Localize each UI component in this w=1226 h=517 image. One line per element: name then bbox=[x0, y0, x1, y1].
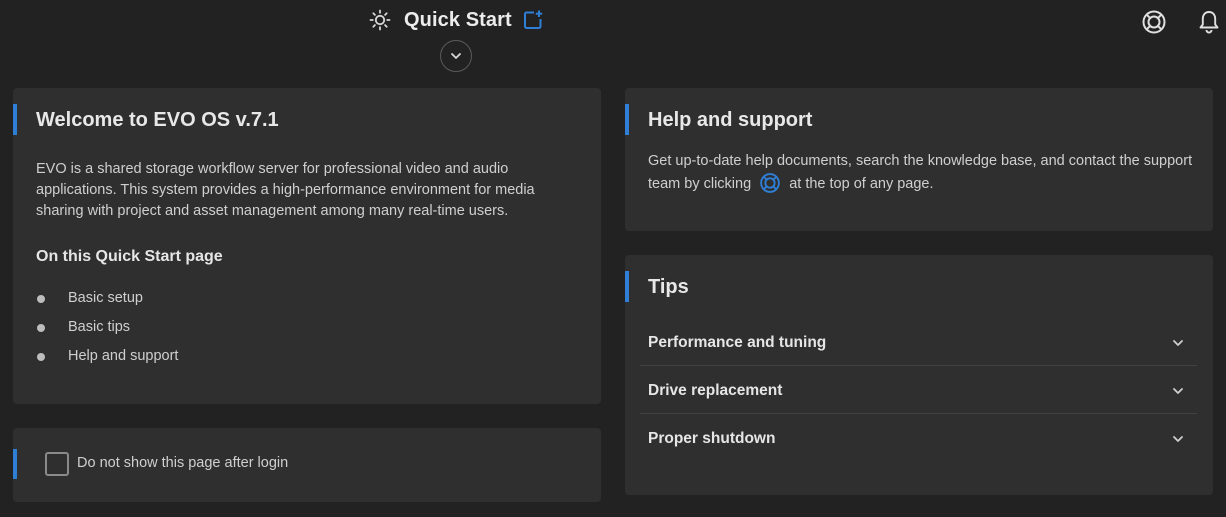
dont-show-panel: Do not show this page after login bbox=[13, 428, 601, 502]
list-item-label: Basic setup bbox=[68, 290, 143, 306]
welcome-panel: Welcome to EVO OS v.7.1 EVO is a shared … bbox=[13, 88, 601, 404]
collapse-header-button[interactable] bbox=[440, 40, 472, 72]
lifebuoy-icon[interactable] bbox=[1141, 9, 1167, 35]
help-support-text: Get up-to-date help documents, search th… bbox=[648, 151, 1196, 195]
chevron-down-icon bbox=[1173, 436, 1183, 442]
bullet bbox=[37, 353, 45, 361]
list-item: Basic tips bbox=[36, 317, 178, 346]
bullet bbox=[37, 295, 45, 303]
list-item-label: Help and support bbox=[68, 348, 179, 364]
lifebuoy-icon bbox=[759, 172, 781, 194]
top-bar: Quick Start bbox=[0, 0, 1226, 80]
welcome-description: EVO is a shared storage workflow server … bbox=[36, 161, 535, 219]
tip-label: Proper shutdown bbox=[648, 430, 776, 447]
tip-drive-replacement[interactable]: Drive replacement bbox=[640, 366, 1197, 414]
tip-label: Performance and tuning bbox=[648, 334, 827, 351]
tips-title: Tips bbox=[648, 276, 689, 298]
list-item: Basic setup bbox=[36, 288, 178, 317]
bell-icon[interactable] bbox=[1197, 9, 1221, 35]
title-group: Quick Start bbox=[368, 8, 544, 32]
panel-accent bbox=[13, 104, 17, 135]
help-text-after: at the top of any page. bbox=[785, 176, 934, 192]
page-title: Quick Start bbox=[404, 8, 512, 31]
tip-proper-shutdown[interactable]: Proper shutdown bbox=[640, 414, 1197, 462]
list-item: Help and support bbox=[36, 346, 178, 375]
tips-accordion: Performance and tuning Drive replacement… bbox=[640, 318, 1197, 462]
chevron-down-icon bbox=[1173, 388, 1183, 394]
welcome-title: Welcome to EVO OS v.7.1 bbox=[36, 109, 279, 131]
dont-show-checkbox[interactable] bbox=[45, 452, 69, 476]
help-support-panel: Help and support Get up-to-date help doc… bbox=[625, 88, 1213, 231]
quick-start-subtitle: On this Quick Start page bbox=[36, 248, 223, 265]
sun-icon bbox=[368, 8, 392, 32]
share-icon[interactable] bbox=[522, 9, 544, 31]
tips-panel: Tips Performance and tuning Drive replac… bbox=[625, 255, 1213, 495]
panel-accent bbox=[625, 104, 629, 135]
tip-label: Drive replacement bbox=[648, 382, 783, 399]
dont-show-label[interactable]: Do not show this page after login bbox=[77, 455, 288, 471]
tip-performance-tuning[interactable]: Performance and tuning bbox=[640, 318, 1197, 366]
panel-accent bbox=[625, 271, 629, 302]
chevron-down-icon bbox=[451, 53, 461, 59]
list-item-label: Basic tips bbox=[68, 319, 131, 335]
chevron-down-icon bbox=[1173, 340, 1183, 346]
bullet bbox=[37, 324, 45, 332]
panel-accent bbox=[13, 449, 17, 479]
quick-start-contents: Basic setup Basic tips Help and support bbox=[36, 288, 178, 375]
help-support-title: Help and support bbox=[648, 109, 813, 131]
